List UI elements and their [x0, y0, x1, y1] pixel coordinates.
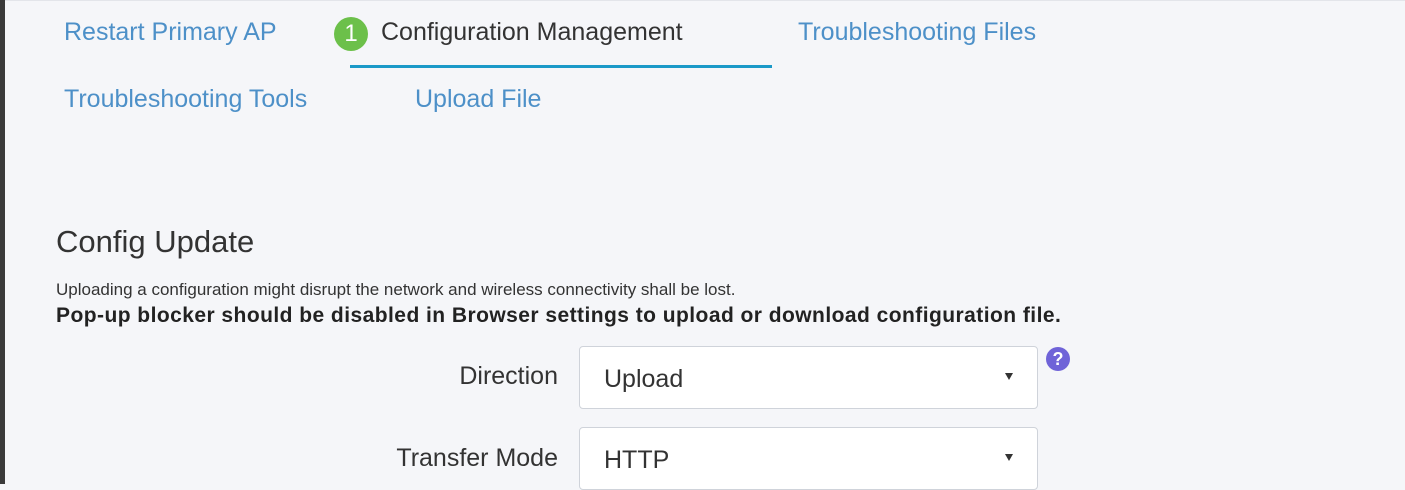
transfer-mode-select[interactable]: HTTP [579, 427, 1038, 490]
active-tab-underline [350, 65, 772, 68]
section-title: Config Update [56, 224, 255, 259]
direction-label: Direction [459, 362, 558, 390]
transfer-mode-label: Transfer Mode [396, 444, 558, 472]
tab-restart-primary-ap[interactable]: Restart Primary AP [64, 17, 277, 47]
popup-blocker-warning: Pop-up blocker should be disabled in Bro… [56, 304, 1062, 327]
step-number-badge-icon: 1 [334, 17, 368, 51]
tab-configuration-management[interactable]: Configuration Management [381, 17, 683, 47]
question-circle-icon[interactable]: ? [1046, 347, 1070, 371]
caret-down-icon [1005, 454, 1013, 461]
tab-upload-file[interactable]: Upload File [415, 84, 541, 114]
transfer-mode-selected-value: HTTP [604, 446, 670, 474]
tab-troubleshooting-files[interactable]: Troubleshooting Files [798, 17, 1036, 47]
window-left-border [0, 0, 5, 484]
direction-select[interactable]: Upload [579, 346, 1038, 409]
tab-troubleshooting-tools[interactable]: Troubleshooting Tools [64, 84, 307, 114]
caret-down-icon [1005, 373, 1013, 380]
disruption-note: Uploading a configuration might disrupt … [56, 280, 736, 299]
top-divider [5, 0, 1405, 1]
direction-selected-value: Upload [604, 365, 684, 393]
